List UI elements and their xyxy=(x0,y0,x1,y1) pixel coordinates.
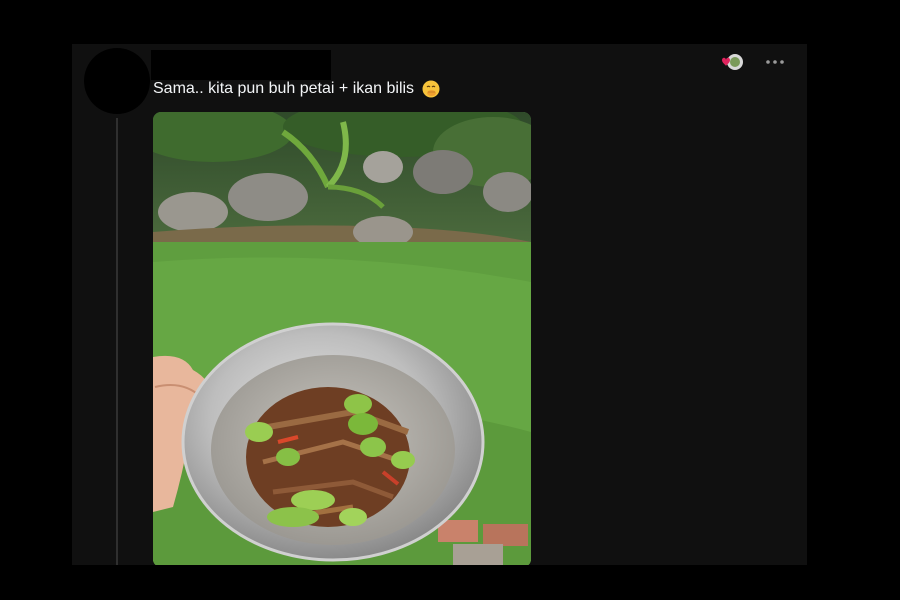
thread-line xyxy=(116,118,118,565)
post-body-text: Sama.. kita pun buh petai + ikan bilis xyxy=(153,80,415,97)
author-name-redaction xyxy=(151,50,331,80)
heart-reaction-icon[interactable] xyxy=(718,52,746,72)
post-text: Sama.. kita pun buh petai + ikan bilis xyxy=(153,80,440,98)
post-image[interactable] xyxy=(153,112,531,565)
post-image-graphic xyxy=(153,112,531,565)
more-options-icon[interactable] xyxy=(762,52,790,72)
face-with-hand-over-mouth-emoji xyxy=(422,80,440,98)
avatar[interactable] xyxy=(84,48,150,114)
post-card: Sama.. kita pun buh petai + ikan bilis xyxy=(72,44,807,565)
